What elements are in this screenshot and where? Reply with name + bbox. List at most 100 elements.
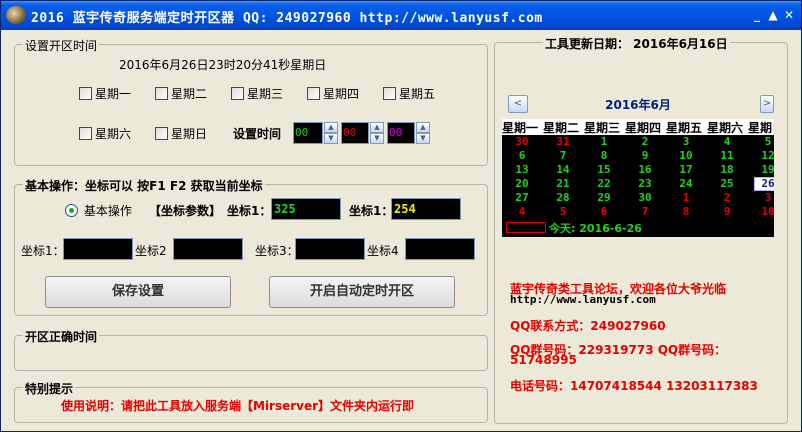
calendar-day[interactable]: 3 (748, 190, 774, 205)
calendar-day[interactable]: 10 (748, 204, 774, 219)
down-arrow-icon[interactable]: ▼ (416, 133, 430, 144)
up-arrow-icon[interactable]: ▲ (324, 122, 338, 133)
day-checkbox-sat[interactable]: 星期六 (79, 125, 131, 142)
basic-radio[interactable]: 基本操作 (65, 202, 132, 219)
calendar-day[interactable]: 6 (584, 204, 624, 219)
checkbox-icon[interactable] (231, 87, 244, 100)
day-checkbox-wed[interactable]: 星期三 (231, 85, 283, 102)
calendar-day[interactable]: 7 (543, 148, 583, 163)
checkbox-icon[interactable] (79, 127, 92, 140)
set-time-label: 设置时间 (233, 127, 282, 141)
coord4-field[interactable] (405, 238, 475, 260)
day-checkbox-mon[interactable]: 星期一 (79, 85, 131, 102)
hour-spinner[interactable]: ▲ ▼ (324, 122, 338, 144)
calendar-day[interactable]: 5 (748, 134, 774, 149)
calendar-day[interactable]: 7 (625, 204, 665, 219)
window-title: 2016 蓝宇传奇服务端定时开区器 QQ: 249027960 http://w… (31, 11, 543, 26)
calendar-day[interactable]: 28 (543, 190, 583, 205)
calendar-day[interactable]: 4 (707, 134, 747, 149)
calendar-day[interactable]: 17 (666, 162, 706, 177)
day-checkbox-tue[interactable]: 星期二 (155, 85, 207, 102)
phone-text: 电话号码：14707418544 13203117383 (510, 379, 758, 393)
radio-icon[interactable] (65, 204, 78, 217)
calendar-day[interactable]: 6 (502, 148, 542, 163)
calendar-next-button[interactable]: > (760, 95, 774, 113)
calendar-today-label[interactable]: 今天: 2016-6-26 (549, 220, 642, 236)
coord4-label: 坐标4 (367, 244, 399, 258)
forum-url[interactable]: http://www.lanyusf.com (510, 293, 656, 306)
checkbox-icon[interactable] (383, 87, 396, 100)
calendar-day[interactable]: 11 (707, 148, 747, 163)
title-bar[interactable]: 2016 蓝宇传奇服务端定时开区器 QQ: 249027960 http://w… (1, 1, 801, 30)
calendar[interactable]: < 2016年6月 > 星期一星期二星期三星期四星期五星期六星期日 303112… (502, 91, 774, 237)
minimize-button[interactable]: _ (749, 7, 765, 23)
save-settings-button[interactable]: 保存设置 (45, 276, 231, 308)
coord1-y-input[interactable]: 254 (391, 198, 461, 220)
day-checkbox-fri[interactable]: 星期五 (383, 85, 435, 102)
calendar-day[interactable]: 16 (625, 162, 665, 177)
down-arrow-icon[interactable]: ▼ (324, 133, 338, 144)
start-auto-open-button[interactable]: 开启自动定时开区 (269, 276, 455, 308)
calendar-day[interactable]: 2 (707, 190, 747, 205)
hour-input[interactable]: 00 (293, 122, 323, 144)
second-input[interactable]: 00 (387, 122, 415, 144)
basic-group-title: 基本操作：坐标可以 按F1 F2 获取当前坐标 (23, 177, 265, 194)
calendar-day[interactable]: 31 (543, 134, 583, 149)
schedule-group: 设置开区时间 2016年6月26日23时20分41秒星期日 星期一 星期二 星期… (14, 37, 488, 166)
calendar-month-label: 2016年6月 (605, 98, 671, 112)
calendar-day[interactable]: 14 (543, 162, 583, 177)
calendar-day[interactable]: 15 (584, 162, 624, 177)
client-area: 设置开区时间 2016年6月26日23时20分41秒星期日 星期一 星期二 星期… (4, 30, 798, 430)
calendar-day[interactable]: 30 (502, 134, 542, 149)
calendar-day[interactable]: 2 (625, 134, 665, 149)
up-arrow-icon[interactable]: ▲ (416, 122, 430, 133)
checkbox-icon[interactable] (79, 87, 92, 100)
calendar-day[interactable]: 19 (748, 162, 774, 177)
up-arrow-icon[interactable]: ▲ (370, 122, 384, 133)
checkbox-icon[interactable] (155, 127, 168, 140)
day-checkbox-thu[interactable]: 星期四 (307, 85, 359, 102)
notice-text: 使用说明：请把此工具放入服务端【Mirserver】文件夹内运行即 (61, 399, 415, 413)
calendar-day[interactable]: 26 (748, 176, 774, 191)
calendar-day[interactable]: 1 (584, 134, 624, 149)
minute-input[interactable]: 00 (341, 122, 369, 144)
app-icon (6, 6, 26, 24)
calendar-day[interactable]: 4 (502, 204, 542, 219)
second-spinner[interactable]: ▲ ▼ (416, 122, 430, 144)
checkbox-icon[interactable] (155, 87, 168, 100)
calendar-day[interactable]: 9 (625, 148, 665, 163)
coord1-x-input[interactable]: 325 (271, 198, 341, 220)
calendar-day[interactable]: 29 (584, 190, 624, 205)
schedule-group-title: 设置开区时间 (23, 37, 100, 54)
calendar-day[interactable]: 25 (707, 176, 747, 191)
day-checkbox-sun[interactable]: 星期日 (155, 125, 207, 142)
coord-param-label: 【坐标参数】 (149, 204, 222, 218)
calendar-day[interactable]: 27 (502, 190, 542, 205)
coord1-field[interactable] (63, 238, 133, 260)
calendar-day[interactable]: 30 (625, 190, 665, 205)
calendar-day[interactable]: 10 (666, 148, 706, 163)
calendar-header: < 2016年6月 > (502, 91, 774, 117)
calendar-day[interactable]: 3 (666, 134, 706, 149)
calendar-day[interactable]: 8 (666, 204, 706, 219)
calendar-day[interactable]: 13 (502, 162, 542, 177)
calendar-day[interactable]: 9 (707, 204, 747, 219)
coord1-label: 坐标1： (227, 204, 272, 218)
minute-spinner[interactable]: ▲ ▼ (370, 122, 384, 144)
coord2-field[interactable] (173, 238, 243, 260)
calendar-day[interactable]: 23 (625, 176, 665, 191)
maximize-button[interactable]: ▲ (765, 7, 781, 23)
calendar-day[interactable]: 21 (543, 176, 583, 191)
down-arrow-icon[interactable]: ▼ (370, 133, 384, 144)
checkbox-icon[interactable] (307, 87, 320, 100)
calendar-day[interactable]: 5 (543, 204, 583, 219)
calendar-day[interactable]: 12 (748, 148, 774, 163)
calendar-day[interactable]: 1 (666, 190, 706, 205)
close-button[interactable]: ✕ (781, 7, 797, 23)
calendar-day[interactable]: 18 (707, 162, 747, 177)
calendar-day[interactable]: 20 (502, 176, 542, 191)
coord3-field[interactable] (295, 238, 365, 260)
calendar-day[interactable]: 8 (584, 148, 624, 163)
calendar-day[interactable]: 24 (666, 176, 706, 191)
calendar-day[interactable]: 22 (584, 176, 624, 191)
